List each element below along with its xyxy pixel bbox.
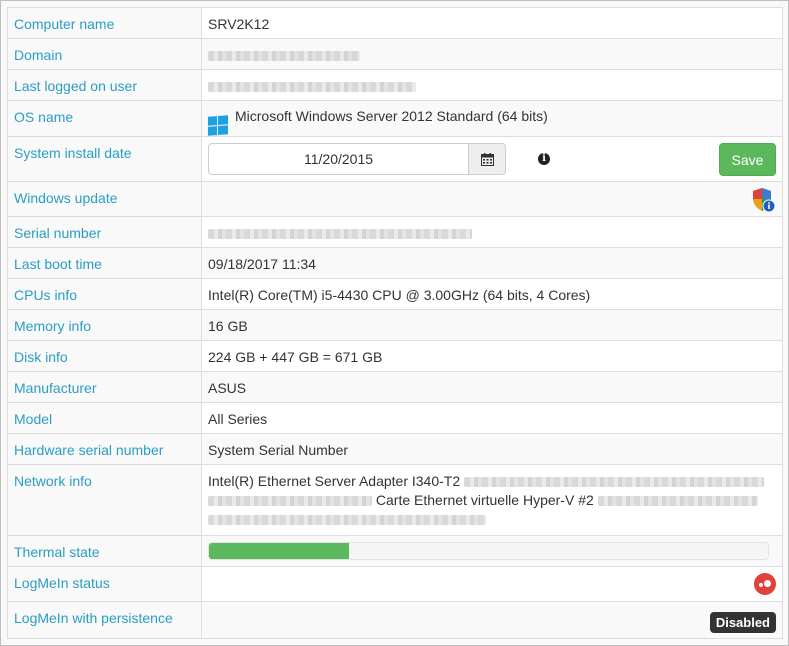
label-disk: Disk info xyxy=(7,340,201,372)
label-install-date: System install date xyxy=(7,136,201,182)
label-os-name: OS name xyxy=(7,100,201,137)
row-network: Network info Intel(R) Ethernet Server Ad… xyxy=(7,464,783,536)
value-network: Intel(R) Ethernet Server Adapter I340-T2… xyxy=(201,464,783,536)
row-thermal: Thermal state xyxy=(7,535,783,567)
label-computer-name: Computer name xyxy=(7,7,201,39)
date-picker xyxy=(208,143,506,175)
row-last-boot: Last boot time 09/18/2017 11:34 xyxy=(7,247,783,279)
value-windows-update xyxy=(201,181,783,217)
thermal-progress xyxy=(208,542,769,560)
redacted-serial xyxy=(208,229,472,240)
row-windows-update: Windows update xyxy=(7,181,783,217)
value-last-boot: 09/18/2017 11:34 xyxy=(201,247,783,279)
install-date-input[interactable] xyxy=(208,143,468,175)
row-last-user: Last logged on user xyxy=(7,69,783,101)
redacted-user xyxy=(208,82,416,93)
shield-update-icon[interactable] xyxy=(752,187,776,213)
value-install-date: i Save xyxy=(201,136,783,182)
row-disk: Disk info 224 GB + 447 GB = 671 GB xyxy=(7,340,783,372)
row-os-name: OS name Microsoft Windows Server 2012 St… xyxy=(7,100,783,137)
row-manufacturer: Manufacturer ASUS xyxy=(7,371,783,403)
value-manufacturer: ASUS xyxy=(201,371,783,403)
label-cpus: CPUs info xyxy=(7,278,201,310)
value-last-user xyxy=(201,69,783,101)
label-domain: Domain xyxy=(7,38,201,70)
redacted-net-2 xyxy=(208,496,372,507)
network-line-3 xyxy=(208,508,777,530)
label-serial-number: Serial number xyxy=(7,216,201,248)
os-name-text: Microsoft Windows Server 2012 Standard (… xyxy=(235,108,548,124)
label-windows-update: Windows update xyxy=(7,181,201,217)
thermal-progress-bar xyxy=(209,543,349,559)
value-domain xyxy=(201,38,783,70)
row-logmein-status: LogMeIn status xyxy=(7,566,783,602)
label-last-boot: Last boot time xyxy=(7,247,201,279)
row-logmein-persistence: LogMeIn with persistence Disabled xyxy=(7,601,783,639)
row-cpus: CPUs info Intel(R) Core(TM) i5-4430 CPU … xyxy=(7,278,783,310)
value-serial-number xyxy=(201,216,783,248)
redacted-net-3 xyxy=(597,496,758,507)
network-adapter-2: Carte Ethernet virtuelle Hyper-V #2 xyxy=(375,492,594,508)
value-thermal xyxy=(201,535,783,567)
calendar-icon xyxy=(480,152,494,166)
row-serial-number: Serial number xyxy=(7,216,783,248)
value-os-name: Microsoft Windows Server 2012 Standard (… xyxy=(201,100,783,137)
windows-logo-icon xyxy=(208,115,228,136)
value-cpus: Intel(R) Core(TM) i5-4430 CPU @ 3.00GHz … xyxy=(201,278,783,310)
label-thermal: Thermal state xyxy=(7,535,201,567)
row-computer-name: Computer name SRV2K12 xyxy=(7,7,783,39)
info-icon[interactable]: i xyxy=(538,153,550,165)
value-disk: 224 GB + 447 GB = 671 GB xyxy=(201,340,783,372)
logmein-icon[interactable] xyxy=(754,573,776,595)
row-hw-serial: Hardware serial number System Serial Num… xyxy=(7,433,783,465)
label-model: Model xyxy=(7,402,201,434)
label-memory: Memory info xyxy=(7,309,201,341)
label-manufacturer: Manufacturer xyxy=(7,371,201,403)
value-hw-serial: System Serial Number xyxy=(201,433,783,465)
computer-info-panel: Computer name SRV2K12 Domain Last logged… xyxy=(0,0,789,646)
row-install-date: System install date i Save xyxy=(7,136,783,182)
label-network: Network info xyxy=(7,464,201,536)
label-hw-serial: Hardware serial number xyxy=(7,433,201,465)
value-logmein-status xyxy=(201,566,783,602)
network-adapter-1: Intel(R) Ethernet Server Adapter I340-T2 xyxy=(208,473,461,489)
value-logmein-persistence: Disabled xyxy=(201,601,783,639)
value-computer-name: SRV2K12 xyxy=(201,7,783,39)
redacted-domain xyxy=(208,51,360,62)
redacted-net-4 xyxy=(208,515,486,526)
label-logmein-status: LogMeIn status xyxy=(7,566,201,602)
label-last-user: Last logged on user xyxy=(7,69,201,101)
row-memory: Memory info 16 GB xyxy=(7,309,783,341)
redacted-net-1 xyxy=(464,477,765,488)
status-badge: Disabled xyxy=(709,612,776,633)
row-domain: Domain xyxy=(7,38,783,70)
value-memory: 16 GB xyxy=(201,309,783,341)
label-logmein-persistence: LogMeIn with persistence xyxy=(7,601,201,639)
row-model: Model All Series xyxy=(7,402,783,434)
value-model: All Series xyxy=(201,402,783,434)
calendar-button[interactable] xyxy=(468,143,506,175)
save-button[interactable]: Save xyxy=(719,143,776,176)
